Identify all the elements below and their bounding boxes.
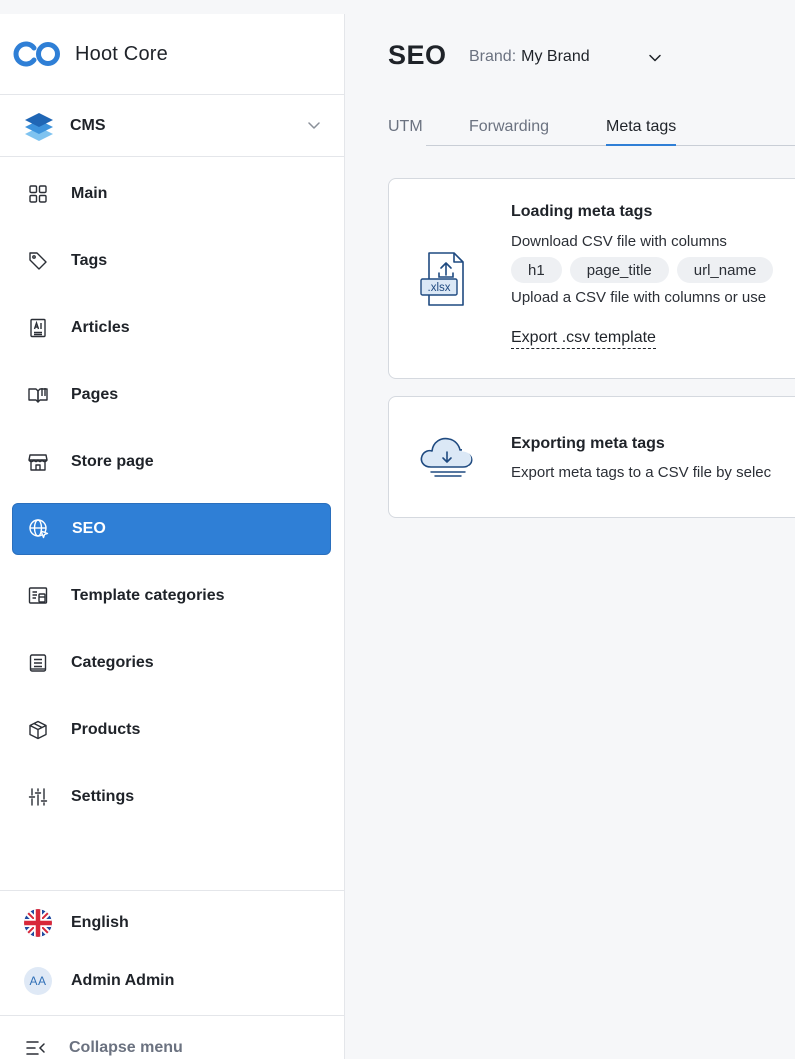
- sidebar-item-label: Settings: [71, 788, 135, 805]
- sidebar-item-label: Tags: [71, 252, 108, 269]
- import-card-title: Loading meta tags: [511, 203, 653, 220]
- sidebar-item-label: SEO: [72, 520, 106, 537]
- tab-forwarding[interactable]: Forwarding: [469, 118, 549, 136]
- divider: [0, 156, 344, 157]
- brand-label: Brand:: [469, 48, 517, 65]
- export-card-description: Export meta tags to a CSV file by selec: [511, 464, 772, 481]
- export-card-title: Exporting meta tags: [511, 435, 665, 452]
- sidebar: Hoot Core CMS Main Tags Articles Pages S…: [0, 14, 345, 1059]
- collapse-menu-label: Collapse menu: [69, 1039, 183, 1056]
- sidebar-item-categories[interactable]: Categories: [12, 637, 331, 689]
- language-selector[interactable]: English: [12, 899, 331, 947]
- sidebar-item-main[interactable]: Main: [12, 168, 331, 220]
- user-profile[interactable]: AA Admin Admin: [12, 957, 331, 1005]
- chevron-down-icon: [308, 122, 320, 129]
- sidebar-item-seo[interactable]: SEO: [12, 503, 331, 555]
- file-badge: .xlsx: [428, 282, 451, 294]
- book-icon: [28, 388, 48, 403]
- tab-bar: UTM Forwarding Meta tags: [388, 118, 795, 146]
- cloud-download-icon: [420, 437, 476, 477]
- sidebar-item-label: Products: [71, 721, 141, 738]
- sidebar-item-pages[interactable]: Pages: [12, 369, 331, 421]
- grid-icon: [29, 185, 47, 203]
- box-icon: [29, 720, 47, 740]
- page-title: SEO: [388, 40, 447, 70]
- divider: [0, 890, 344, 891]
- collapse-menu-icon: [26, 1041, 45, 1055]
- sidebar-item-tags[interactable]: Tags: [12, 235, 331, 287]
- app-name: Hoot Core: [75, 42, 168, 65]
- download-instructions: Download CSV file with columns: [511, 233, 727, 250]
- list-icon: [29, 654, 47, 672]
- sidebar-item-store-page[interactable]: Store page: [12, 436, 331, 488]
- main-content: SEO Brand: My Brand UTM Forwarding Meta …: [345, 14, 795, 1059]
- sidebar-item-label: Main: [71, 185, 108, 202]
- chevron-down-icon: [649, 54, 661, 62]
- window-top-strip: [0, 0, 795, 14]
- collapse-menu-button[interactable]: Collapse menu: [12, 1024, 331, 1059]
- sidebar-item-products[interactable]: Products: [12, 704, 331, 756]
- export-meta-tags-card: Exporting meta tags Export meta tags to …: [388, 396, 795, 518]
- sidebar-item-label: Store page: [71, 453, 154, 470]
- column-chip: url_name: [676, 257, 774, 283]
- sidebar-item-label: Articles: [71, 319, 130, 336]
- column-chip: page_title: [569, 257, 669, 283]
- brand-selector[interactable]: Brand: My Brand: [469, 48, 661, 66]
- section-switcher-cms[interactable]: CMS: [0, 95, 344, 156]
- tag-icon: [29, 252, 47, 270]
- sidebar-item-articles[interactable]: Articles: [12, 302, 331, 354]
- sidebar-item-settings[interactable]: Settings: [12, 771, 331, 823]
- sliders-icon: [28, 788, 48, 806]
- language-label: English: [71, 914, 129, 931]
- brand-value: My Brand: [521, 48, 590, 65]
- sidebar-item-label: Categories: [71, 654, 154, 671]
- template-icon: [28, 587, 48, 604]
- store-icon: [28, 454, 48, 471]
- sidebar-item-label: Template categories: [71, 587, 225, 604]
- globe-cursor-icon: [29, 519, 49, 539]
- layers-icon: [25, 112, 53, 141]
- section-label: CMS: [70, 116, 106, 134]
- tab-meta-tags[interactable]: Meta tags: [606, 118, 677, 146]
- column-chip: h1: [511, 257, 562, 283]
- user-name: Admin Admin: [71, 972, 175, 989]
- app-logo[interactable]: Hoot Core: [0, 14, 344, 94]
- divider: [0, 1015, 344, 1016]
- article-icon: [30, 318, 46, 338]
- import-meta-tags-card: .xlsx Loading meta tags Download CSV fil…: [388, 178, 795, 379]
- tab-utm[interactable]: UTM: [388, 118, 423, 136]
- xlsx-upload-file-icon: .xlsx: [420, 252, 464, 306]
- uk-flag-icon: [24, 909, 52, 937]
- export-csv-template-link[interactable]: Export .csv template: [511, 329, 656, 349]
- avatar: AA: [24, 967, 52, 995]
- upload-instructions: Upload a CSV file with columns or use: [511, 289, 767, 306]
- sidebar-item-template-categories[interactable]: Template categories: [12, 570, 331, 622]
- column-chips: h1 page_title url_name: [511, 257, 774, 283]
- sidebar-item-label: Pages: [71, 386, 119, 403]
- hoot-logo-icon: [13, 41, 60, 67]
